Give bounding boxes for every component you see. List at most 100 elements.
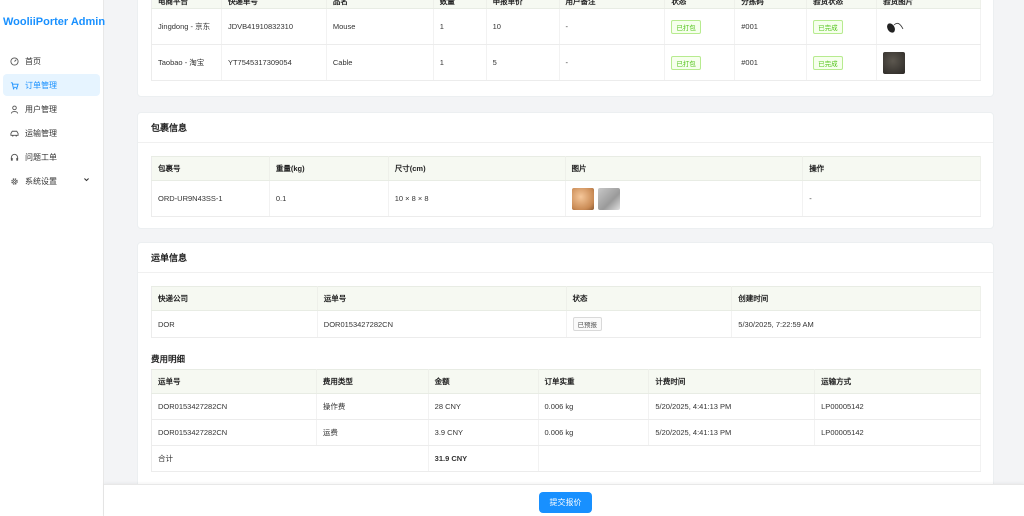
cart-icon	[10, 81, 19, 90]
fee-type-cell: 操作费	[316, 393, 429, 420]
table-header-row: 包裹号 重量(kg) 尺寸(cm) 图片 操作	[151, 156, 981, 181]
column-header: 快递公司	[151, 286, 318, 311]
sort-code-cell: #001	[734, 8, 808, 45]
sidebar-item-tickets[interactable]: 问题工单	[3, 146, 100, 168]
column-header: 运输方式	[814, 369, 981, 394]
price-cell: 10	[486, 8, 560, 45]
column-header: 费用类型	[316, 369, 429, 394]
image-cell	[876, 8, 981, 45]
inspect-badge: 已完成	[813, 55, 843, 70]
sidebar-item-transport[interactable]: 运输管理	[3, 122, 100, 144]
table-row: ORD-UR9N43SS-1 0.1 10 × 8 × 8 -	[151, 180, 981, 217]
table-row: DOR DOR0153427282CN 已预报 5/30/2025, 7:22:…	[151, 310, 981, 338]
cable-photo[interactable]	[883, 51, 906, 74]
column-header: 重量(kg)	[269, 156, 389, 181]
gear-icon	[10, 177, 19, 186]
qty-cell: 1	[433, 44, 487, 81]
sidebar-item-label: 运输管理	[25, 128, 57, 138]
column-header: 运单号	[151, 369, 317, 394]
column-header: 品名	[326, 0, 434, 9]
column-header: 状态	[566, 286, 733, 311]
sidebar-item-users[interactable]: 用户管理	[3, 98, 100, 120]
column-header: 数量	[433, 0, 487, 9]
sidebar-item-home[interactable]: 首页	[3, 50, 100, 72]
price-cell: 5	[486, 44, 560, 81]
package-photo[interactable]	[571, 187, 594, 210]
size-cell: 10 × 8 × 8	[388, 180, 566, 217]
column-header: 电商平台	[151, 0, 222, 9]
column-header: 订单实重	[538, 369, 650, 394]
inspect-badge: 已完成	[813, 19, 843, 34]
fee-method-cell: LP00005142	[814, 393, 981, 420]
package-table: 包裹号 重量(kg) 尺寸(cm) 图片 操作 ORD-UR9N43SS-1 0…	[151, 156, 981, 217]
table-row: DOR0153427282CN 运费 3.9 CNY 0.006 kg 5/20…	[151, 419, 981, 446]
status-cell: 已打包	[664, 8, 736, 45]
name-cell: Mouse	[326, 8, 434, 45]
sidebar-item-settings[interactable]: 系统设置	[3, 170, 100, 192]
waybill-table: 快递公司 运单号 状态 创建时间 DOR DOR0153427282CN 已预报…	[151, 286, 981, 338]
sidebar: WooliiPorter Admin 首页 订单管理 用户管理 运输管理 问题工…	[0, 0, 105, 516]
submit-quote-button[interactable]: 提交报价	[539, 492, 592, 513]
inspect-cell: 已完成	[806, 44, 878, 81]
column-header: 验货状态	[806, 0, 878, 9]
status-badge: 已打包	[671, 55, 701, 70]
fee-weight-cell: 0.006 kg	[538, 393, 650, 420]
status-badge: 已预报	[572, 317, 603, 331]
table-header-row: 运单号 费用类型 金额 订单实重 计费时间 运输方式	[151, 369, 981, 394]
fee-time-cell: 5/20/2025, 4:41:13 PM	[648, 419, 816, 446]
package-images-cell	[565, 180, 804, 217]
table-row: Jingdong - 京东 JDVB41910832310 Mouse 1 10…	[151, 8, 981, 45]
column-header: 尺寸(cm)	[388, 156, 566, 181]
total-label: 合计	[151, 445, 429, 472]
image-cell	[876, 44, 981, 81]
total-amount: 31.9 CNY	[428, 445, 539, 472]
items-table: 电商平台 快递单号 品名 数量 申报单价 用户备注 状态 分拣码 验货状态 验货…	[151, 0, 981, 81]
platform-cell: Taobao - 淘宝	[151, 44, 222, 81]
fee-time-cell: 5/20/2025, 4:41:13 PM	[648, 393, 816, 420]
remark-cell: -	[559, 8, 666, 45]
fee-weight-cell: 0.006 kg	[538, 419, 650, 446]
weight-cell: 0.1	[269, 180, 389, 217]
headset-icon	[10, 153, 19, 162]
car-icon	[10, 129, 19, 138]
table-row: Taobao - 淘宝 YT7545317309054 Cable 1 5 - …	[151, 44, 981, 81]
items-card: 电商平台 快递单号 品名 数量 申报单价 用户备注 状态 分拣码 验货状态 验货…	[137, 0, 994, 97]
tracking-cell: YT7545317309054	[221, 44, 327, 81]
dashboard-icon	[10, 56, 19, 66]
waybill-status-cell: 已预报	[566, 310, 733, 338]
sidebar-item-label: 用户管理	[25, 104, 57, 114]
mouse-photo[interactable]	[883, 15, 906, 38]
column-header: 验货图片	[876, 0, 981, 9]
column-header: 快递单号	[221, 0, 327, 9]
column-header: 金额	[428, 369, 539, 394]
sidebar-item-label: 问题工单	[25, 152, 57, 162]
sidebar-item-label: 首页	[25, 56, 41, 66]
fee-method-cell: LP00005142	[814, 419, 981, 446]
created-time-cell: 5/30/2025, 7:22:59 AM	[731, 310, 981, 338]
package-photo[interactable]	[597, 187, 620, 210]
inspect-cell: 已完成	[806, 8, 878, 45]
fee-type-cell: 运费	[316, 419, 429, 446]
fee-waybill-cell: DOR0153427282CN	[151, 393, 317, 420]
package-id-cell: ORD-UR9N43SS-1	[151, 180, 270, 217]
sidebar-item-label: 订单管理	[25, 80, 57, 90]
total-row: 合计 31.9 CNY	[151, 445, 982, 472]
action-cell: -	[802, 180, 981, 217]
package-card: 包裹信息 包裹号 重量(kg) 尺寸(cm) 图片 操作 ORD-UR9N43S…	[137, 112, 994, 229]
column-header: 运单号	[317, 286, 567, 311]
user-icon	[10, 105, 19, 114]
table-row: DOR0153427282CN 操作费 28 CNY 0.006 kg 5/20…	[151, 393, 981, 420]
main-content: 电商平台 快递单号 品名 数量 申报单价 用户备注 状态 分拣码 验货状态 验货…	[104, 0, 1024, 516]
tracking-cell: JDVB41910832310	[221, 8, 327, 45]
footer-bar: 提交报价	[104, 484, 1024, 516]
sidebar-item-label: 系统设置	[25, 176, 57, 186]
sidebar-item-orders[interactable]: 订单管理	[3, 74, 100, 96]
column-header: 状态	[664, 0, 736, 9]
fee-amount-cell: 28 CNY	[428, 393, 539, 420]
carrier-cell: DOR	[151, 310, 318, 338]
table-header-row: 快递公司 运单号 状态 创建时间	[151, 286, 981, 311]
column-header: 包裹号	[151, 156, 270, 181]
column-header: 操作	[802, 156, 981, 181]
chevron-down-icon	[83, 176, 90, 185]
package-section-title: 包裹信息	[138, 113, 993, 143]
